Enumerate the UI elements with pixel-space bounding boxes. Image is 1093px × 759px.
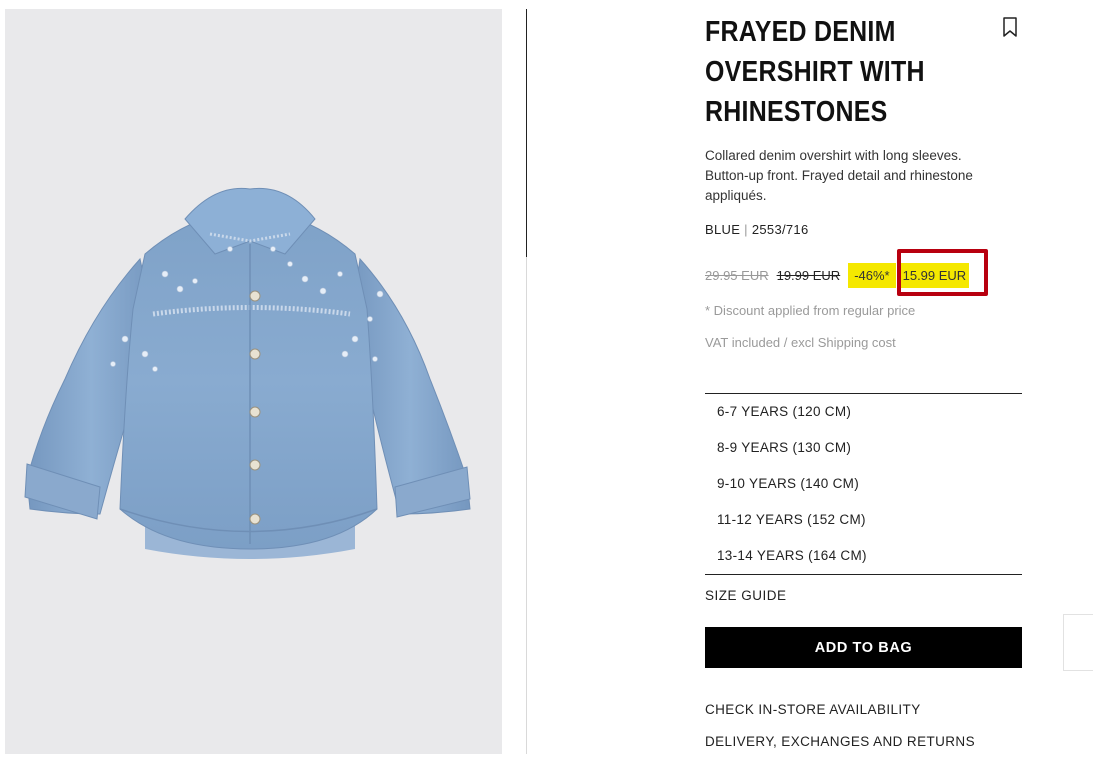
product-description: Collared denim overshirt with long sleev… [705, 148, 973, 203]
add-to-bag-button[interactable]: ADD TO BAG [705, 627, 1022, 668]
color-reference: BLUE | 2553/716 [705, 222, 808, 237]
store-availability-link[interactable]: CHECK IN-STORE AVAILABILITY [705, 702, 921, 717]
size-option[interactable]: 13-14 YEARS (164 CM) [705, 538, 1022, 574]
separator: | [744, 222, 748, 237]
annotation-highlight-box [897, 249, 988, 296]
vat-note: VAT included / excl Shipping cost [705, 335, 896, 350]
discount-note: * Discount applied from regular price [705, 303, 916, 318]
original-price: 29.95 EUR [705, 267, 769, 283]
bookmark-icon[interactable] [1000, 15, 1020, 39]
delivery-returns-link[interactable]: DELIVERY, EXCHANGES AND RETURNS [705, 734, 975, 749]
size-selector: 6-7 YEARS (120 CM) 8-9 YEARS (130 CM) 9-… [705, 393, 1022, 575]
gallery-scrollbar[interactable] [526, 9, 527, 257]
discount-badge: -46%* [848, 262, 896, 288]
divider [526, 257, 527, 754]
product-image[interactable] [5, 9, 502, 754]
product-reference: 2553/716 [751, 222, 809, 237]
side-panel-tab[interactable] [1063, 614, 1093, 671]
product-title: FRAYED DENIM OVERSHIRT WITH RHINESTONES [705, 16, 925, 128]
previous-price: 19.99 EUR [776, 267, 841, 283]
size-option[interactable]: 9-10 YEARS (140 CM) [705, 466, 1022, 502]
size-guide-link[interactable]: SIZE GUIDE [705, 588, 787, 603]
product-color: BLUE [705, 222, 741, 237]
size-option[interactable]: 6-7 YEARS (120 CM) [705, 394, 1022, 430]
size-option[interactable]: 8-9 YEARS (130 CM) [705, 430, 1022, 466]
size-option[interactable]: 11-12 YEARS (152 CM) [705, 502, 1022, 538]
denim-jacket-illustration [24, 187, 471, 559]
